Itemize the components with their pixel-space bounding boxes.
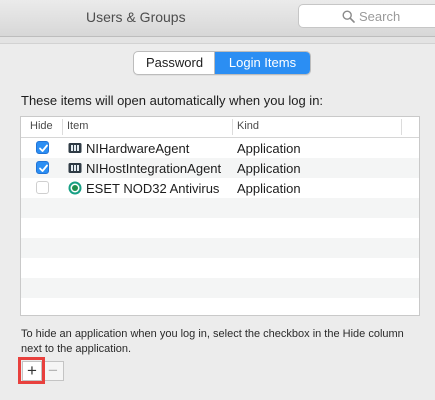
table-header: Hide Item Kind xyxy=(21,117,419,138)
table-row[interactable]: ESET NOD32 Antivirus Application xyxy=(21,178,419,198)
window-title: Users & Groups xyxy=(86,9,186,25)
empty-row xyxy=(21,218,419,238)
column-header-hide[interactable]: Hide xyxy=(30,120,53,132)
login-items-table[interactable]: Hide Item Kind NIHardwareAgent Applicati… xyxy=(20,116,420,316)
hide-checkbox[interactable] xyxy=(36,181,49,194)
remove-login-item-button[interactable]: − xyxy=(43,361,64,381)
table-body: NIHardwareAgent Application NIHostIntegr… xyxy=(21,138,419,315)
column-header-item[interactable]: Item xyxy=(67,120,88,132)
table-row[interactable]: NIHostIntegrationAgent Application xyxy=(21,158,419,178)
search-placeholder: Search xyxy=(359,9,401,24)
item-name: NIHardwareAgent xyxy=(86,141,190,156)
toolbar-divider xyxy=(0,37,435,44)
item-kind: Application xyxy=(237,181,301,196)
tab-control: Password Login Items xyxy=(133,51,311,75)
item-name: ESET NOD32 Antivirus xyxy=(86,181,220,196)
hide-checkbox[interactable] xyxy=(36,161,49,174)
empty-row xyxy=(21,278,419,298)
ni-app-icon xyxy=(68,143,82,153)
item-name: NIHostIntegrationAgent xyxy=(86,161,222,176)
ni-app-icon xyxy=(68,163,82,173)
tab-login-items[interactable]: Login Items xyxy=(215,52,310,74)
login-items-description: These items will open automatically when… xyxy=(21,93,324,108)
checkmark-icon xyxy=(39,164,48,172)
checkmark-icon xyxy=(39,144,48,152)
title-bar: Users & Groups Search xyxy=(0,0,435,37)
eset-app-icon xyxy=(68,181,82,195)
search-field[interactable]: Search xyxy=(298,4,435,28)
hide-checkbox[interactable] xyxy=(36,141,49,154)
hide-instructions: To hide an application when you log in, … xyxy=(21,328,404,355)
column-divider xyxy=(401,119,402,135)
empty-row xyxy=(21,198,419,218)
column-divider xyxy=(232,119,233,135)
empty-row xyxy=(21,238,419,258)
table-row[interactable]: NIHardwareAgent Application xyxy=(21,138,419,158)
highlight-box xyxy=(18,357,45,384)
column-divider xyxy=(62,119,63,135)
search-icon xyxy=(342,10,355,23)
tab-password[interactable]: Password xyxy=(134,52,215,74)
empty-row xyxy=(21,258,419,278)
item-kind: Application xyxy=(237,161,301,176)
empty-row xyxy=(21,298,419,315)
column-header-kind[interactable]: Kind xyxy=(237,120,259,132)
item-kind: Application xyxy=(237,141,301,156)
